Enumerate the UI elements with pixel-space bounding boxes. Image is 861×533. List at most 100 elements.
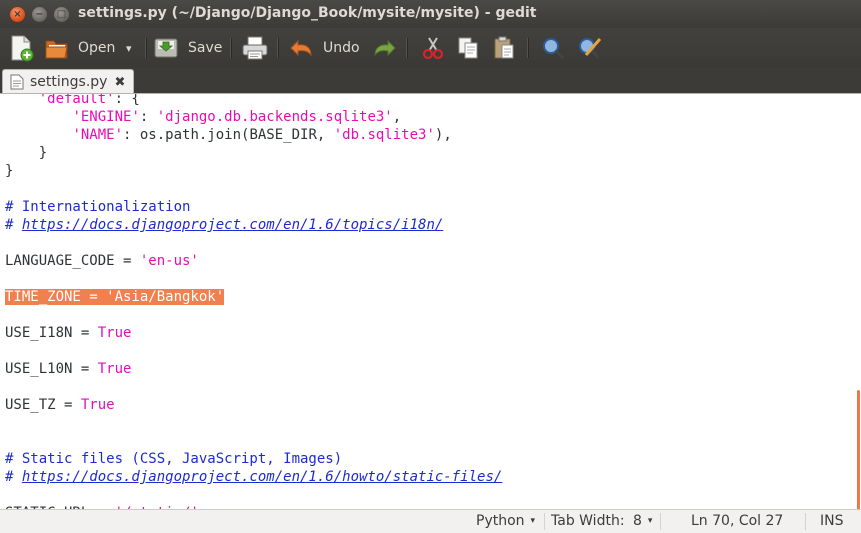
code-line[interactable]: 'ENGINE': 'django.db.backends.sqlite3', — [5, 108, 502, 126]
save-icon — [154, 38, 178, 58]
find-replace-button[interactable] — [576, 32, 604, 64]
code-token: # Static files (CSS, JavaScript, Images) — [5, 451, 343, 467]
close-tab-icon[interactable]: ✖ — [114, 75, 125, 90]
code-line[interactable] — [5, 306, 502, 324]
code-line[interactable] — [5, 342, 502, 360]
redo-icon — [374, 39, 396, 57]
window-title: settings.py (~/Django/Django_Book/mysite… — [78, 5, 537, 21]
search-icon — [543, 38, 565, 60]
code-line[interactable] — [5, 414, 502, 432]
close-icon: × — [13, 9, 22, 20]
tab-width-label: Tab Width: — [551, 513, 625, 529]
code-line[interactable] — [5, 270, 502, 288]
code-link[interactable]: https://docs.djangoproject.com/en/1.6/ho… — [22, 469, 502, 485]
code-line[interactable]: USE_I18N = True — [5, 324, 502, 342]
code-token: 'ENGINE' — [72, 109, 140, 125]
language-label: Python — [476, 513, 525, 529]
code-line[interactable]: USE_L10N = True — [5, 360, 502, 378]
code-token: USE_I18N = — [5, 325, 98, 341]
code-token: # — [5, 217, 22, 233]
code-line[interactable] — [5, 378, 502, 396]
save-label: Save — [188, 40, 223, 56]
code-token: USE_L10N = — [5, 361, 98, 377]
code-token: : { — [114, 93, 140, 107]
status-separator — [544, 513, 545, 530]
undo-button[interactable]: Undo — [289, 32, 360, 64]
insert-mode: INS — [820, 513, 844, 529]
vertical-scrollbar[interactable] — [855, 94, 861, 510]
code-token: 'db.sqlite3' — [333, 127, 435, 143]
find-button[interactable] — [540, 32, 566, 64]
code-line[interactable]: # https://docs.djangoproject.com/en/1.6/… — [5, 468, 502, 486]
code-link[interactable]: https://docs.djangoproject.com/en/1.6/to… — [22, 217, 443, 233]
new-document-icon — [11, 35, 34, 62]
find-replace-icon — [579, 38, 602, 59]
code-line[interactable]: # Static files (CSS, JavaScript, Images) — [5, 450, 502, 468]
code-token: : — [139, 109, 157, 125]
code-token: 'en-us' — [139, 253, 199, 269]
tab-width-selector[interactable]: Tab Width: 8 ▾ — [551, 513, 652, 529]
code-token: True — [80, 397, 115, 413]
code-line[interactable] — [5, 180, 502, 198]
maximize-icon: □ — [56, 9, 67, 20]
code-token: ), — [434, 127, 452, 143]
close-window-button[interactable]: × — [10, 7, 25, 22]
code-token: } — [5, 145, 48, 161]
code-line[interactable] — [5, 234, 502, 252]
code-token: LANGUAGE_CODE = — [5, 253, 140, 269]
title-bar: × − □ settings.py (~/Django/Django_Book/… — [0, 0, 861, 28]
save-button[interactable]: Save — [152, 32, 222, 64]
cut-button[interactable] — [420, 32, 446, 64]
copy-button[interactable] — [455, 32, 481, 64]
minimize-window-button[interactable]: − — [32, 7, 47, 22]
undo-label: Undo — [323, 40, 360, 56]
language-selector[interactable]: Python ▾ — [476, 513, 535, 529]
copy-icon — [458, 37, 478, 59]
maximize-window-button[interactable]: □ — [54, 7, 69, 22]
code-line[interactable]: # https://docs.djangoproject.com/en/1.6/… — [5, 216, 502, 234]
scrollbar-thumb[interactable] — [857, 390, 860, 510]
code-token: } — [5, 163, 14, 179]
code-text[interactable]: 'default': { 'ENGINE': 'django.db.backen… — [5, 93, 502, 510]
folder-open-icon — [45, 40, 68, 59]
code-line[interactable]: } — [5, 144, 502, 162]
code-token: : os.path.join(BASE_DIR, — [123, 127, 334, 143]
toolbar: Open ▾ Save Undo — [0, 28, 861, 69]
code-editor[interactable]: 'default': { 'ENGINE': 'django.db.backen… — [0, 93, 861, 510]
code-token: 'default' — [38, 93, 115, 107]
code-line[interactable]: TIME_ZONE = 'Asia/Bangkok' — [5, 288, 502, 306]
status-separator — [805, 513, 806, 530]
print-icon — [242, 36, 268, 60]
code-line[interactable] — [5, 432, 502, 450]
tab-label: settings.py — [30, 74, 108, 90]
code-token: , — [392, 109, 402, 125]
code-line[interactable]: USE_TZ = True — [5, 396, 502, 414]
code-line[interactable]: LANGUAGE_CODE = 'en-us' — [5, 252, 502, 270]
open-recent-dropdown[interactable]: ▾ — [126, 32, 132, 64]
code-token: # — [5, 469, 22, 485]
code-line[interactable] — [5, 486, 502, 504]
chevron-down-icon: ▾ — [530, 516, 536, 526]
code-line[interactable]: } — [5, 162, 502, 180]
code-token: 'django.db.backends.sqlite3' — [156, 109, 393, 125]
open-label: Open — [78, 40, 116, 56]
code-token: True — [97, 361, 132, 377]
tab-settings-py[interactable]: settings.py ✖ — [2, 69, 134, 94]
open-button[interactable]: Open — [44, 32, 115, 64]
code-line[interactable]: # Internationalization — [5, 198, 502, 216]
code-line[interactable]: 'NAME': os.path.join(BASE_DIR, 'db.sqlit… — [5, 126, 502, 144]
paste-icon — [494, 36, 514, 59]
paste-button[interactable] — [491, 32, 517, 64]
chevron-down-icon: ▾ — [126, 41, 132, 55]
toolbar-separator — [277, 38, 279, 58]
code-token: USE_TZ = — [5, 397, 81, 413]
code-token: TIME_ZONE = 'Asia/Bangkok' — [5, 289, 225, 305]
new-document-button[interactable] — [8, 32, 34, 64]
toolbar-separator — [406, 38, 408, 58]
print-button[interactable] — [240, 32, 270, 64]
redo-button[interactable] — [371, 32, 397, 64]
code-line[interactable]: 'default': { — [5, 93, 502, 108]
